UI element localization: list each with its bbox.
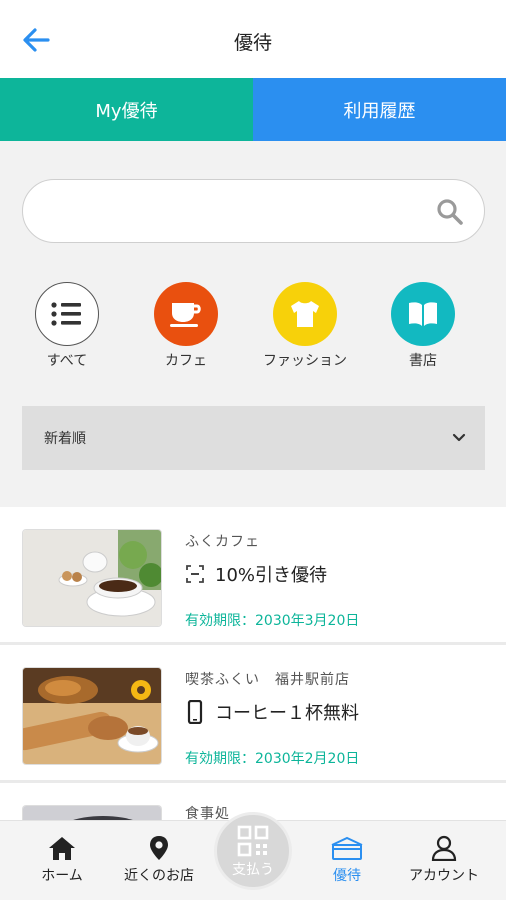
qr-code-icon [237, 825, 269, 857]
coupon-expiry: 有効期限：2030年3月20日 [185, 613, 360, 629]
coupon-thumbnail [22, 667, 162, 765]
coffee-cup-icon [170, 303, 201, 327]
category-label: ファッション [263, 353, 347, 369]
sort-select[interactable]: 新着順 [22, 406, 485, 470]
coupon-offer-text: コーヒー１杯無料 [215, 703, 359, 724]
page-title: 優待 [233, 32, 272, 54]
map-pin-icon [150, 836, 168, 860]
book-icon [409, 302, 437, 326]
coupon-offer: コーヒー１杯無料 [185, 699, 359, 725]
category-all[interactable]: すべて [12, 282, 122, 370]
search-input[interactable] [22, 179, 485, 243]
coupon-offer: 10%引き優待 [185, 561, 327, 587]
category-label: すべて [46, 353, 88, 369]
pay-button-label: 支払う [232, 862, 274, 878]
home-icon [49, 837, 75, 860]
category-cafe[interactable]: カフェ [131, 282, 241, 370]
phone-icon [187, 700, 203, 724]
chevron-down-icon [452, 433, 466, 442]
tab-usage-history[interactable]: 利用履歴 [253, 78, 506, 141]
nav-account[interactable]: アカウント [394, 835, 494, 885]
category-label: 書店 [409, 353, 437, 369]
coupon-card[interactable]: 喫茶ふくい 福井駅前店 コーヒー１杯無料 有効期限：2030年2月20日 [0, 645, 506, 783]
tab-bar: My優待 利用履歴 [0, 78, 506, 141]
list-icon [51, 302, 81, 326]
sort-selected-value: 新着順 [44, 431, 86, 447]
search-icon[interactable] [436, 198, 464, 226]
tab-my-benefits[interactable]: My優待 [0, 78, 253, 141]
nav-home[interactable]: ホーム [12, 835, 112, 885]
tshirt-icon [291, 301, 319, 327]
category-label: カフェ [165, 353, 207, 369]
coupon-thumbnail [22, 529, 162, 627]
scan-icon [186, 565, 204, 583]
nav-nearby-label: 近くのお店 [124, 868, 194, 884]
user-icon [431, 835, 457, 861]
nav-benefits[interactable]: 優待 [297, 835, 397, 885]
pay-button[interactable]: 支払う [214, 812, 292, 890]
shop-name: ふくカフェ [185, 534, 260, 550]
coupon-list: ふくカフェ 10%引き優待 有効期限：2030年3月20日 喫茶ふくい 福井駅前… [0, 507, 506, 843]
nav-nearby-shops[interactable]: 近くのお店 [109, 835, 209, 885]
category-filter: すべて カフェ ファッション 書店 [0, 282, 506, 372]
category-bookstore[interactable]: 書店 [368, 282, 478, 370]
category-fashion[interactable]: ファッション [250, 282, 360, 370]
shop-name: 喫茶ふくい 福井駅前店 [185, 672, 350, 688]
coupon-offer-text: 10%引き優待 [215, 565, 328, 586]
coupon-shop-icon [331, 836, 363, 860]
nav-home-label: ホーム [41, 868, 83, 884]
nav-account-label: アカウント [409, 868, 479, 884]
nav-benefits-label: 優待 [333, 868, 361, 884]
app-header: 優待 [0, 0, 506, 78]
coupon-expiry: 有効期限：2030年2月20日 [185, 751, 360, 767]
coupon-card[interactable]: ふくカフェ 10%引き優待 有効期限：2030年3月20日 [0, 507, 506, 645]
